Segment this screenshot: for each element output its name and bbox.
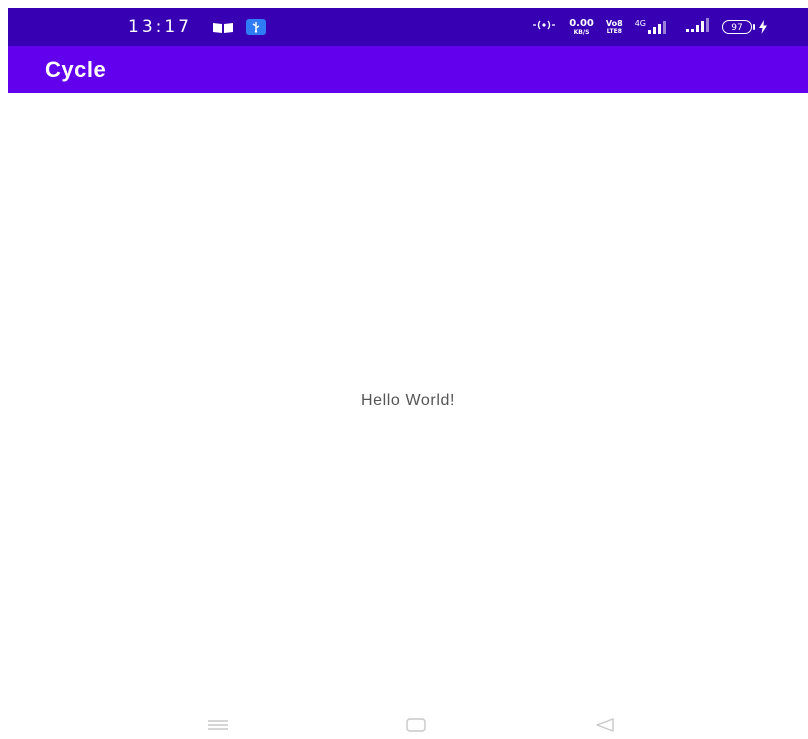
usb-icon [246, 19, 266, 35]
phone-screen: 13:17 0.00 KB/S Vo8 LTE8 4G 97 Cycle Hel… [0, 0, 808, 739]
app-bar: Cycle [8, 46, 808, 93]
volte-top: Vo8 [605, 18, 623, 28]
battery-indicator: 97 [722, 20, 768, 34]
network-speed: 0.00 KB/S [569, 17, 594, 36]
home-icon[interactable] [401, 714, 431, 736]
main-content: Hello World! [8, 93, 808, 708]
signal-bars-icon [648, 21, 666, 34]
network-speed-unit: KB/S [573, 28, 590, 36]
hotspot-icon [531, 18, 557, 37]
signal-sim2-icon [686, 17, 710, 37]
status-bar: 13:17 0.00 KB/S Vo8 LTE8 4G 97 [8, 8, 808, 46]
network-speed-value: 0.00 [569, 17, 594, 29]
back-icon[interactable] [590, 714, 620, 736]
volte-bottom: LTE8 [606, 27, 622, 35]
network-type: 4G [634, 19, 646, 28]
navigation-bar [8, 708, 808, 739]
battery-cap [753, 24, 755, 30]
status-right: 0.00 KB/S Vo8 LTE8 4G 97 [531, 8, 768, 46]
book-icon [212, 21, 234, 33]
battery-level: 97 [722, 20, 752, 34]
charging-icon [759, 20, 767, 34]
hello-text: Hello World! [360, 392, 456, 409]
status-left: 13:17 [128, 8, 266, 46]
status-time: 13:17 [128, 17, 192, 37]
signal-sim1: 4G [634, 19, 674, 34]
app-title: Cycle [45, 56, 107, 82]
menu-icon[interactable] [203, 714, 233, 736]
volte-indicator: Vo8 LTE8 [605, 18, 623, 35]
